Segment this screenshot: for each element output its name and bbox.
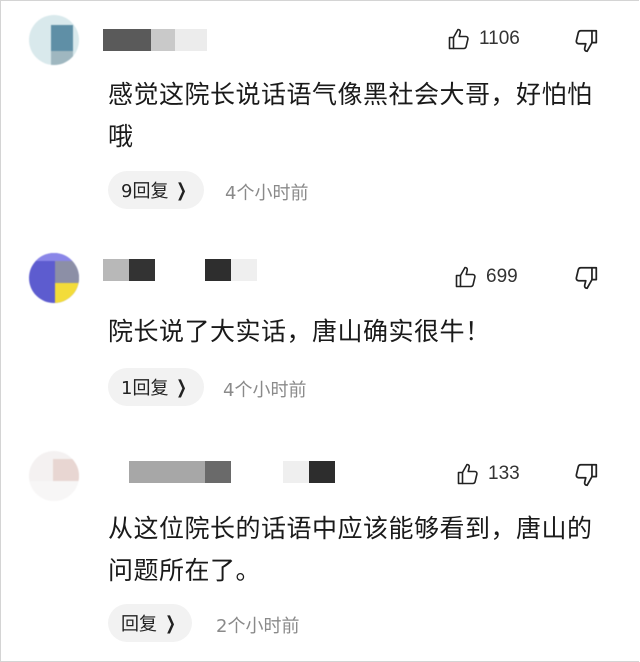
like-count: 133 <box>488 463 520 484</box>
reply-button[interactable]: 回复 ❯ <box>108 604 193 642</box>
comment-list: 1106 感觉这院长说话语气像黑社会大哥，好怕怕哦 9回复 ❯ 4个小时前 69… <box>0 0 639 662</box>
timestamp: 2个小时前 <box>216 616 300 637</box>
comment-text: 从这位院长的话语中应该能够看到，唐山的问题所在了。 <box>108 514 593 585</box>
username-redacted[interactable] <box>103 461 335 483</box>
thumbs-down-icon <box>575 463 598 487</box>
like-button[interactable]: 133 <box>456 462 520 486</box>
reply-label: 回复 <box>121 614 157 635</box>
chevron-right-icon: ❯ <box>165 612 176 634</box>
dislike-button[interactable] <box>573 462 599 488</box>
avatar[interactable] <box>29 451 79 501</box>
thumbs-up-icon <box>457 463 478 485</box>
comment-item: 133 从这位院长的话语中应该能够看到，唐山的问题所在了。 回复 ❯ 2个小时前 <box>1 1 639 661</box>
